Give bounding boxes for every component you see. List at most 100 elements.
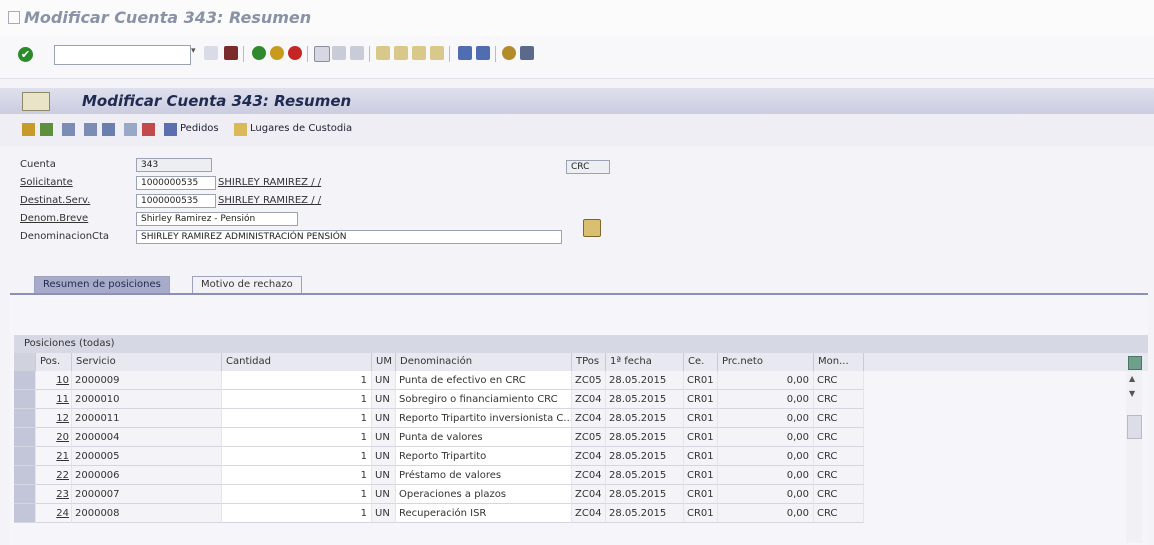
refresh-icon[interactable] [124,123,137,136]
command-history-dropdown-icon[interactable]: ▾ [191,46,196,56]
cell-prc-neto[interactable]: 0,00 [718,447,814,466]
cell-prc-neto[interactable]: 0,00 [718,409,814,428]
cell-um[interactable]: UN [372,428,396,447]
table-row[interactable]: 24 2000008 1 UN Recuperación ISR ZC04 28… [14,504,1124,523]
cell-moneda[interactable]: CRC [814,485,864,504]
column-header-denominacion[interactable]: Denominación [396,353,572,371]
cell-pos[interactable]: 10 [36,371,72,390]
cell-moneda[interactable]: CRC [814,409,864,428]
cell-fecha[interactable]: 28.05.2015 [606,390,684,409]
delete-icon[interactable] [142,123,155,136]
cell-tpos[interactable]: ZC04 [572,485,606,504]
orders-icon[interactable] [164,123,177,136]
table-row[interactable]: 20 2000004 1 UN Punta de valores ZC05 28… [14,428,1124,447]
cell-fecha[interactable]: 28.05.2015 [606,409,684,428]
cell-pos[interactable]: 24 [36,504,72,523]
cell-ce[interactable]: CR01 [684,428,718,447]
cell-tpos[interactable]: ZC04 [572,447,606,466]
cell-um[interactable]: UN [372,466,396,485]
first-page-icon[interactable] [376,46,390,60]
column-header-prc-neto[interactable]: Prc.neto [718,353,814,371]
table-row[interactable]: 10 2000009 1 UN Punta de efectivo en CRC… [14,371,1124,390]
row-selector[interactable] [14,466,36,485]
cell-um[interactable]: UN [372,485,396,504]
cell-servicio[interactable]: 2000010 [72,390,222,409]
grid-configuration-icon[interactable] [1128,356,1142,370]
column-header-servicio[interactable]: Servicio [72,353,222,371]
row-selector[interactable] [14,504,36,523]
display-change-icon[interactable] [40,123,53,136]
cell-pos[interactable]: 11 [36,390,72,409]
cell-pos[interactable]: 21 [36,447,72,466]
row-selector[interactable] [14,371,36,390]
header-icon[interactable] [62,123,75,136]
cell-moneda[interactable]: CRC [814,504,864,523]
scroll-down-icon[interactable]: ▼ [1129,389,1135,398]
custody-folder-icon[interactable] [234,123,247,136]
column-header-fecha[interactable]: 1ª fecha [606,353,684,371]
cell-servicio[interactable]: 2000006 [72,466,222,485]
cell-tpos[interactable]: ZC04 [572,466,606,485]
cell-cantidad[interactable]: 1 [222,466,372,485]
cell-um[interactable]: UN [372,447,396,466]
cell-denominacion[interactable]: Sobregiro o financiamiento CRC [396,390,572,409]
grid-scrollbar[interactable]: ▲ ▼ [1126,371,1142,543]
row-selector[interactable] [14,447,36,466]
create-shortcut-icon[interactable] [476,46,490,60]
column-header-moneda[interactable]: Mon... [814,353,864,371]
system-menu-icon[interactable] [8,11,20,24]
cell-ce[interactable]: CR01 [684,504,718,523]
menu-folder-icon[interactable] [22,92,50,111]
cell-denominacion[interactable]: Reporto Tripartito inversionista C... [396,409,572,428]
cell-tpos[interactable]: ZC04 [572,390,606,409]
cell-um[interactable]: UN [372,390,396,409]
help-icon[interactable] [502,46,516,60]
cell-prc-neto[interactable]: 0,00 [718,485,814,504]
column-header-ce[interactable]: Ce. [684,353,718,371]
destinat-name[interactable]: SHIRLEY RAMIREZ / / [218,195,321,206]
back-icon[interactable] [252,46,266,60]
solicitante-field[interactable]: 1000000535 [136,176,216,190]
previous-page-icon[interactable] [394,46,408,60]
row-selector[interactable] [14,409,36,428]
cell-tpos[interactable]: ZC04 [572,409,606,428]
command-field[interactable] [54,45,191,65]
cell-servicio[interactable]: 2000009 [72,371,222,390]
scroll-up-icon[interactable]: ▲ [1129,374,1135,383]
next-page-icon[interactable] [412,46,426,60]
column-header-um[interactable]: UM [372,353,396,371]
denom-cta-field[interactable]: SHIRLEY RAMIREZ ADMINISTRACIÓN PENSIÓN [136,230,562,244]
cell-denominacion[interactable]: Reporto Tripartito [396,447,572,466]
cell-servicio[interactable]: 2000005 [72,447,222,466]
cell-cantidad[interactable]: 1 [222,428,372,447]
cell-pos[interactable]: 22 [36,466,72,485]
cell-cantidad[interactable]: 1 [222,504,372,523]
print-icon[interactable] [314,46,330,62]
cell-ce[interactable]: CR01 [684,447,718,466]
cell-prc-neto[interactable]: 0,00 [718,504,814,523]
cell-fecha[interactable]: 28.05.2015 [606,466,684,485]
cell-cantidad[interactable]: 1 [222,447,372,466]
tab-resumen-posiciones[interactable]: Resumen de posiciones [34,276,170,293]
cell-cantidad[interactable]: 1 [222,485,372,504]
cell-moneda[interactable]: CRC [814,466,864,485]
cell-moneda[interactable]: CRC [814,447,864,466]
other-account-icon[interactable] [22,123,35,136]
cell-fecha[interactable]: 28.05.2015 [606,371,684,390]
table-row[interactable]: 23 2000007 1 UN Operaciones a plazos ZC0… [14,485,1124,504]
cell-prc-neto[interactable]: 0,00 [718,371,814,390]
cell-prc-neto[interactable]: 0,00 [718,390,814,409]
cell-tpos[interactable]: ZC04 [572,504,606,523]
cell-um[interactable]: UN [372,371,396,390]
cell-fecha[interactable]: 28.05.2015 [606,428,684,447]
tab-motivo-rechazo[interactable]: Motivo de rechazo [192,276,302,293]
cell-denominacion[interactable]: Préstamo de valores [396,466,572,485]
exit-icon[interactable] [270,46,284,60]
cell-um[interactable]: UN [372,409,396,428]
back-history-icon[interactable] [204,46,218,60]
cell-pos[interactable]: 12 [36,409,72,428]
solicitante-name[interactable]: SHIRLEY RAMIREZ / / [218,177,321,188]
cell-servicio[interactable]: 2000011 [72,409,222,428]
cell-ce[interactable]: CR01 [684,409,718,428]
cell-servicio[interactable]: 2000008 [72,504,222,523]
